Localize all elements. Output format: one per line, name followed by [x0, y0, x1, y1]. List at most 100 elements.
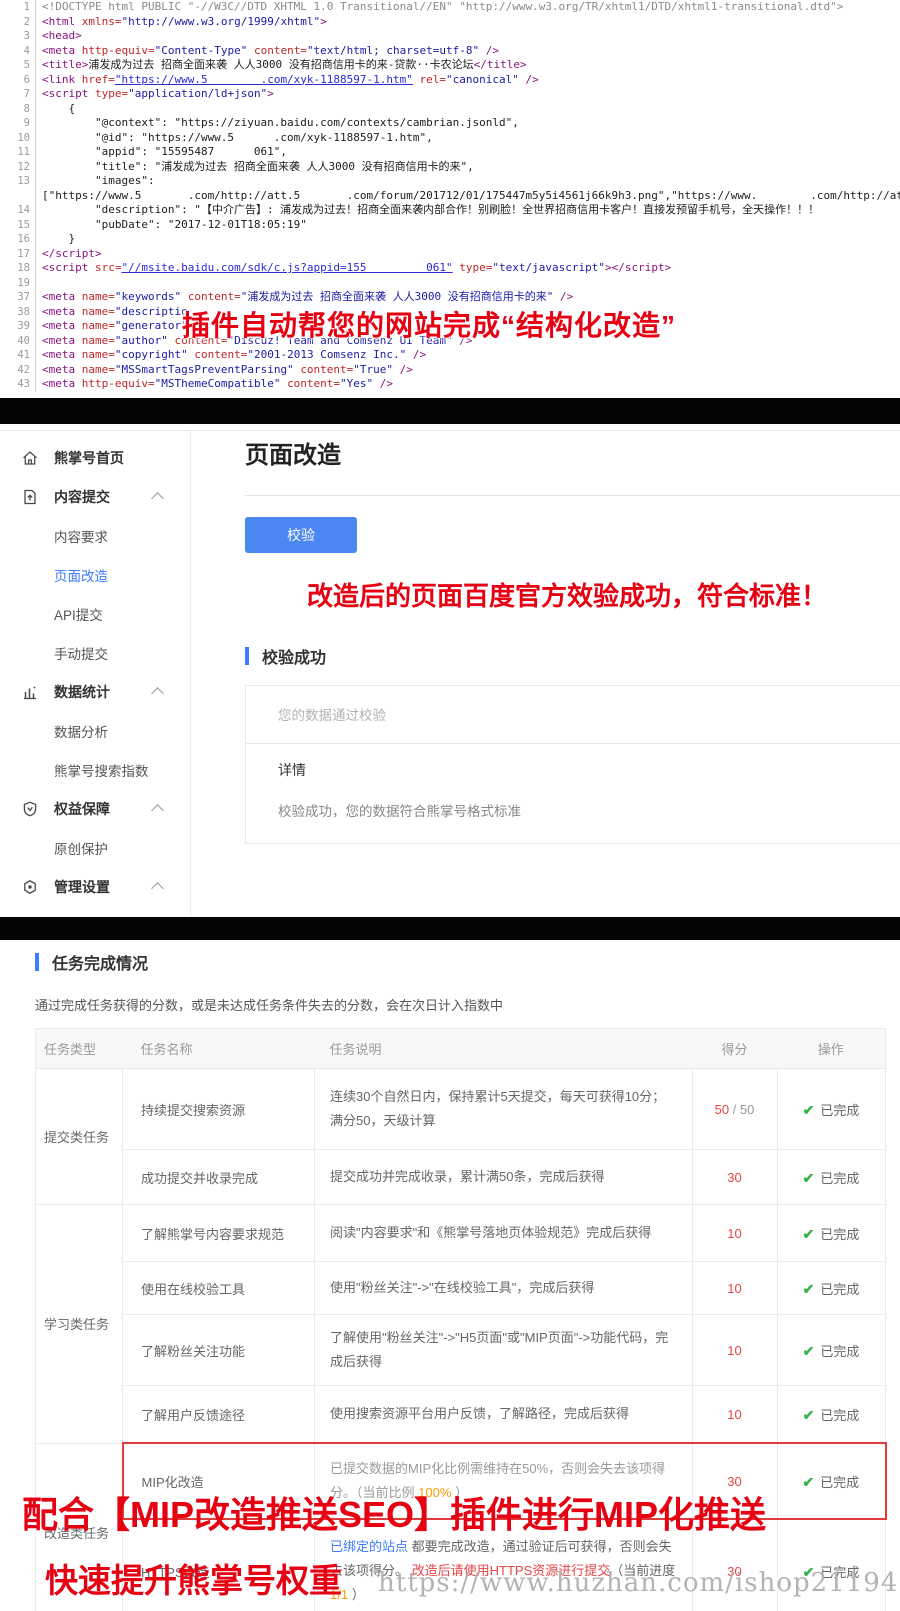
sidebar-item-API提交[interactable]: API提交: [0, 594, 190, 633]
line-number: 8: [0, 101, 36, 116]
source-link[interactable]: "https://www.5 .com/xyk-1188597-1.htm": [115, 73, 413, 86]
score-cell: 10: [692, 1204, 778, 1262]
sidebar-item-熊掌号首页[interactable]: 熊掌号首页: [0, 438, 190, 477]
line-number: 19: [0, 275, 36, 290]
sidebar-item-label: API提交: [54, 607, 103, 623]
sidebar: 熊掌号首页 内容提交内容要求页面改造 API提交手动提交数据统计数据分析 熊掌号搜索指…: [0, 431, 191, 918]
line-number: 11: [0, 145, 36, 160]
status-done-label: 已完成: [820, 1407, 860, 1423]
column-header: 任务类型: [35, 1028, 123, 1069]
sidebar-item-内容提交[interactable]: 内容提交: [0, 477, 190, 516]
sidebar-item-手动提交[interactable]: 手动提交: [0, 633, 190, 672]
code-line: 37 <meta name="keywords" content="浦发成为过去 …: [0, 290, 900, 305]
sidebar-item-管理设置[interactable]: 管理设置: [0, 867, 190, 906]
code-line: 3 <head>: [0, 29, 900, 44]
sidebar-item-label: 权益保障: [54, 800, 110, 817]
task-row: 学习类任务 了解熊掌号内容要求规范 阅读"内容要求"和《熊掌号落地页体验规范》完成后…: [35, 1204, 886, 1444]
code-line: 1 <!DOCTYPE html PUBLIC "-//W3C//DTD XHTM…: [0, 0, 900, 15]
sidebar-item-label: 内容要求: [54, 529, 108, 545]
sidebar-item-熊掌号搜索指数[interactable]: 熊掌号搜索指数: [0, 750, 190, 789]
task-name-cell: 持续提交搜索资源: [122, 1068, 315, 1150]
line-number: 7: [0, 87, 36, 102]
task-name-cell: 了解熊掌号内容要求规范: [122, 1204, 315, 1262]
task-group-cell: 提交类任务: [35, 1068, 123, 1205]
code-line: 12 "title": "浦发成为过去 招商全面来袭 人人3000 没有招商信用…: [0, 159, 900, 174]
line-number: [0, 188, 36, 203]
score-cell: 50 / 50: [692, 1068, 778, 1150]
line-number: 6: [0, 72, 36, 87]
column-header: 任务名称: [122, 1028, 315, 1069]
sidebar-item-数据统计[interactable]: 数据统计: [0, 672, 190, 711]
line-number: 4: [0, 43, 36, 58]
code-line: 10 "@id": "https://www.5 .com/xyk-118859…: [0, 130, 900, 145]
result-status-text: 您的数据通过校验: [278, 708, 386, 723]
line-number: 13: [0, 174, 36, 189]
check-icon: ✔: [802, 1169, 815, 1186]
chevron-up-icon[interactable]: [151, 687, 164, 700]
status-done-label: 已完成: [820, 1281, 860, 1297]
promo-row: 快速提升熊掌号权重 https://www.huzhan.com/ishop21…: [45, 1554, 900, 1602]
code-line: 18 <script src="//msite.baidu.com/sdk/c.j…: [0, 261, 900, 276]
line-number: 37: [0, 290, 36, 305]
sidebar-item-原创保护[interactable]: 原创保护: [0, 828, 190, 867]
result-detail-label: 详情: [278, 762, 306, 778]
line-number: 14: [0, 203, 36, 218]
column-header: 得分: [692, 1028, 778, 1069]
sidebar-item-label: 数据统计: [54, 683, 110, 700]
page-title: 页面改造: [245, 442, 341, 469]
line-number: 9: [0, 116, 36, 131]
task-name-cell: 使用在线校验工具: [122, 1261, 315, 1315]
task-row: 成功提交并收录完成 提交成功并完成收录，累计满50条，完成后获得 30 ✔ 已完成: [36, 1149, 886, 1205]
status-cell: ✔ 已完成: [777, 1068, 886, 1150]
code-line: 5 <title>浦发成为过去 招商全面来袭 人人3000 没有招商信用卡的来-贷…: [0, 58, 900, 73]
verify-success-note: 改造后的页面百度官方效验成功，符合标准！: [307, 581, 828, 611]
status-cell: ✔ 已完成: [777, 1204, 886, 1262]
code-line: 14 "description": "【中介广告】: 浦发成为过去！招商全面来袭…: [0, 203, 900, 218]
line-number: 2: [0, 14, 36, 29]
sidebar-item-内容要求[interactable]: 内容要求: [0, 516, 190, 555]
task-section-title: 任务完成情况: [35, 951, 900, 973]
check-icon: ✔: [802, 1406, 815, 1423]
check-icon: ✔: [802, 1101, 815, 1118]
promo-line2: 快速提升熊掌号权重: [45, 1562, 342, 1599]
divider-bar-top: [0, 398, 900, 424]
check-icon: ✔: [802, 1342, 815, 1359]
chevron-up-icon[interactable]: [151, 804, 164, 817]
task-title-label: 任务完成情况: [52, 956, 149, 973]
sidebar-item-label: 管理设置: [54, 878, 110, 895]
result-detail-text: 校验成功，您的数据符合熊掌号格式标准: [278, 804, 521, 819]
code-line: 43 <meta http-equiv="MSThemeCompatible" c…: [0, 377, 900, 392]
task-desc-cell: 使用搜索资源平台用户反馈，了解路径，完成后获得: [314, 1385, 693, 1444]
task-desc-cell: 阅读"内容要求"和《熊掌号落地页体验规范》完成后获得: [314, 1204, 693, 1262]
line-number: 15: [0, 217, 36, 232]
status-done-label: 已完成: [820, 1102, 860, 1118]
code-line: 7 <script type="application/ld+json">: [0, 87, 900, 102]
sidebar-item-权益保障[interactable]: 权益保障: [0, 789, 190, 828]
task-group-cell: 学习类任务: [35, 1204, 123, 1444]
code-line: ["https://www.5 .com/http://att.5 .com/f…: [0, 188, 900, 203]
line-number: 1: [0, 0, 36, 15]
divider-bar-bottom: [0, 917, 900, 940]
code-line: 4 <meta http-equiv="Content-Type" content…: [0, 43, 900, 58]
line-number: 39: [0, 319, 36, 334]
source-link[interactable]: "//msite.baidu.com/sdk/c.js?appid=155 06…: [121, 261, 452, 274]
home-icon: [21, 449, 39, 467]
status-done-label: 已完成: [820, 1343, 860, 1359]
status-cell: ✔ 已完成: [777, 1149, 886, 1205]
verify-button[interactable]: 校验: [245, 517, 357, 553]
source-code-panel: 1 <!DOCTYPE html PUBLIC "-//W3C//DTD XHTM…: [0, 0, 900, 398]
chevron-up-icon[interactable]: [151, 882, 164, 895]
code-line: 15 "pubDate": "2017-12-01T18:05:19": [0, 217, 900, 232]
line-number: 5: [0, 58, 36, 73]
task-name-cell: 了解粉丝关注功能: [122, 1314, 315, 1386]
sidebar-item-label: 手动提交: [54, 646, 108, 662]
result-title-label: 校验成功: [262, 650, 327, 667]
chevron-up-icon[interactable]: [151, 492, 164, 505]
code-line: 8 {: [0, 101, 900, 116]
score-cell: 10: [692, 1261, 778, 1315]
sidebar-item-数据分析[interactable]: 数据分析: [0, 711, 190, 750]
main-panel: 页面改造 校验 改造后的页面百度官方效验成功，符合标准！ 校验成功 您的数据通过…: [245, 431, 900, 918]
sidebar-item-页面改造[interactable]: 页面改造: [0, 555, 190, 594]
xiongzhang-console: 熊掌号首页 内容提交 内容要求 页面改造 API提交 手动提交 数据统计 数据分析 熊掌号搜索指…: [0, 430, 900, 918]
task-row: 使用在线校验工具 使用"粉丝关注"->"在线校验工具"，完成后获得 10 ✔ 已完成: [36, 1261, 886, 1315]
